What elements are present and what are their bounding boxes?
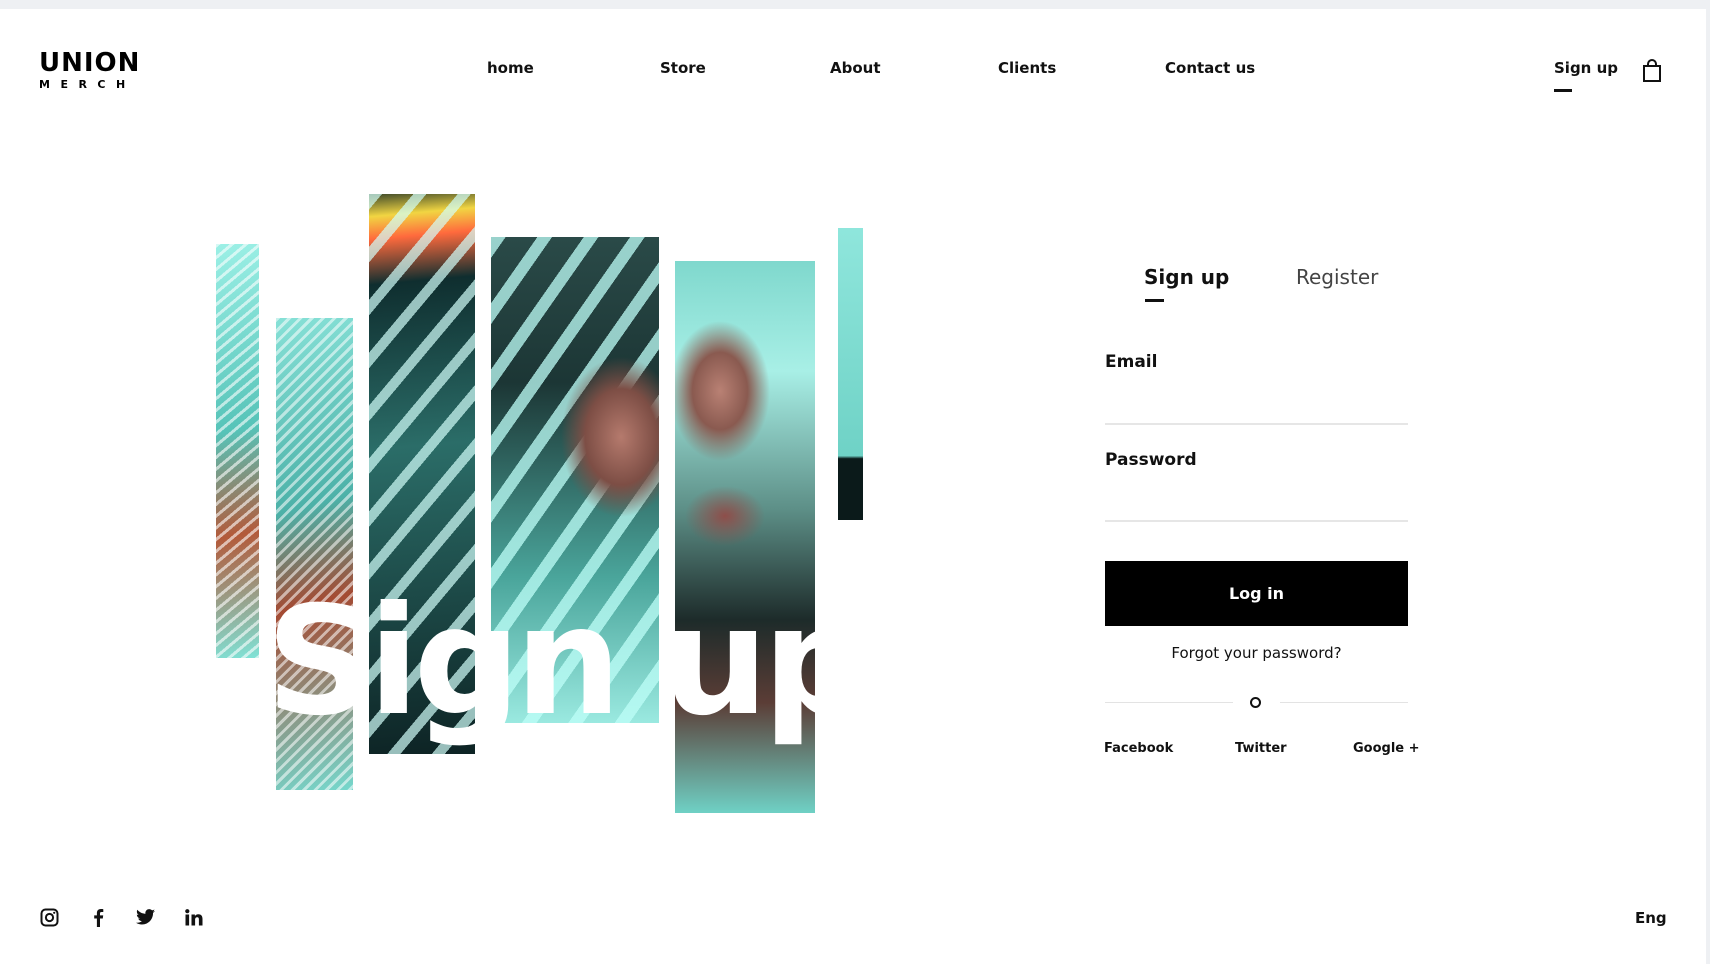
twitter-icon[interactable]: [135, 907, 155, 927]
hero-title: Sign up: [266, 575, 870, 749]
page: UNION MERCH home Store About Clients Con…: [0, 9, 1706, 964]
twitter-login-link[interactable]: Twitter: [1235, 741, 1287, 756]
email-label: Email: [1105, 352, 1158, 372]
login-button[interactable]: Log in: [1105, 561, 1408, 626]
nav-signup[interactable]: Sign up: [1554, 59, 1618, 77]
password-field[interactable]: [1105, 488, 1408, 522]
divider-circle: [1250, 697, 1261, 708]
photo-strip: [216, 244, 259, 658]
facebook-login-link[interactable]: Facebook: [1104, 741, 1173, 756]
divider-line-left: [1105, 702, 1233, 703]
email-field[interactable]: [1105, 391, 1408, 425]
google-login-link[interactable]: Google +: [1353, 741, 1420, 756]
tab-signup[interactable]: Sign up: [1144, 265, 1229, 289]
tab-register[interactable]: Register: [1296, 265, 1378, 289]
facebook-icon[interactable]: [88, 907, 108, 927]
photo-strip: [838, 228, 863, 520]
nav-clients[interactable]: Clients: [998, 59, 1056, 77]
nav-signup-underline: [1554, 89, 1572, 92]
instagram-icon[interactable]: [39, 907, 59, 927]
hero-collage: Sign up: [0, 9, 900, 829]
tab-active-underline: [1145, 299, 1164, 302]
shopping-bag-icon[interactable]: [1642, 59, 1662, 83]
nav-contact-us[interactable]: Contact us: [1165, 59, 1255, 77]
forgot-password-link[interactable]: Forgot your password?: [1105, 644, 1408, 662]
linkedin-icon[interactable]: [184, 907, 204, 927]
divider-line-right: [1280, 702, 1408, 703]
language-selector[interactable]: Eng: [1635, 909, 1667, 927]
password-label: Password: [1105, 450, 1197, 470]
